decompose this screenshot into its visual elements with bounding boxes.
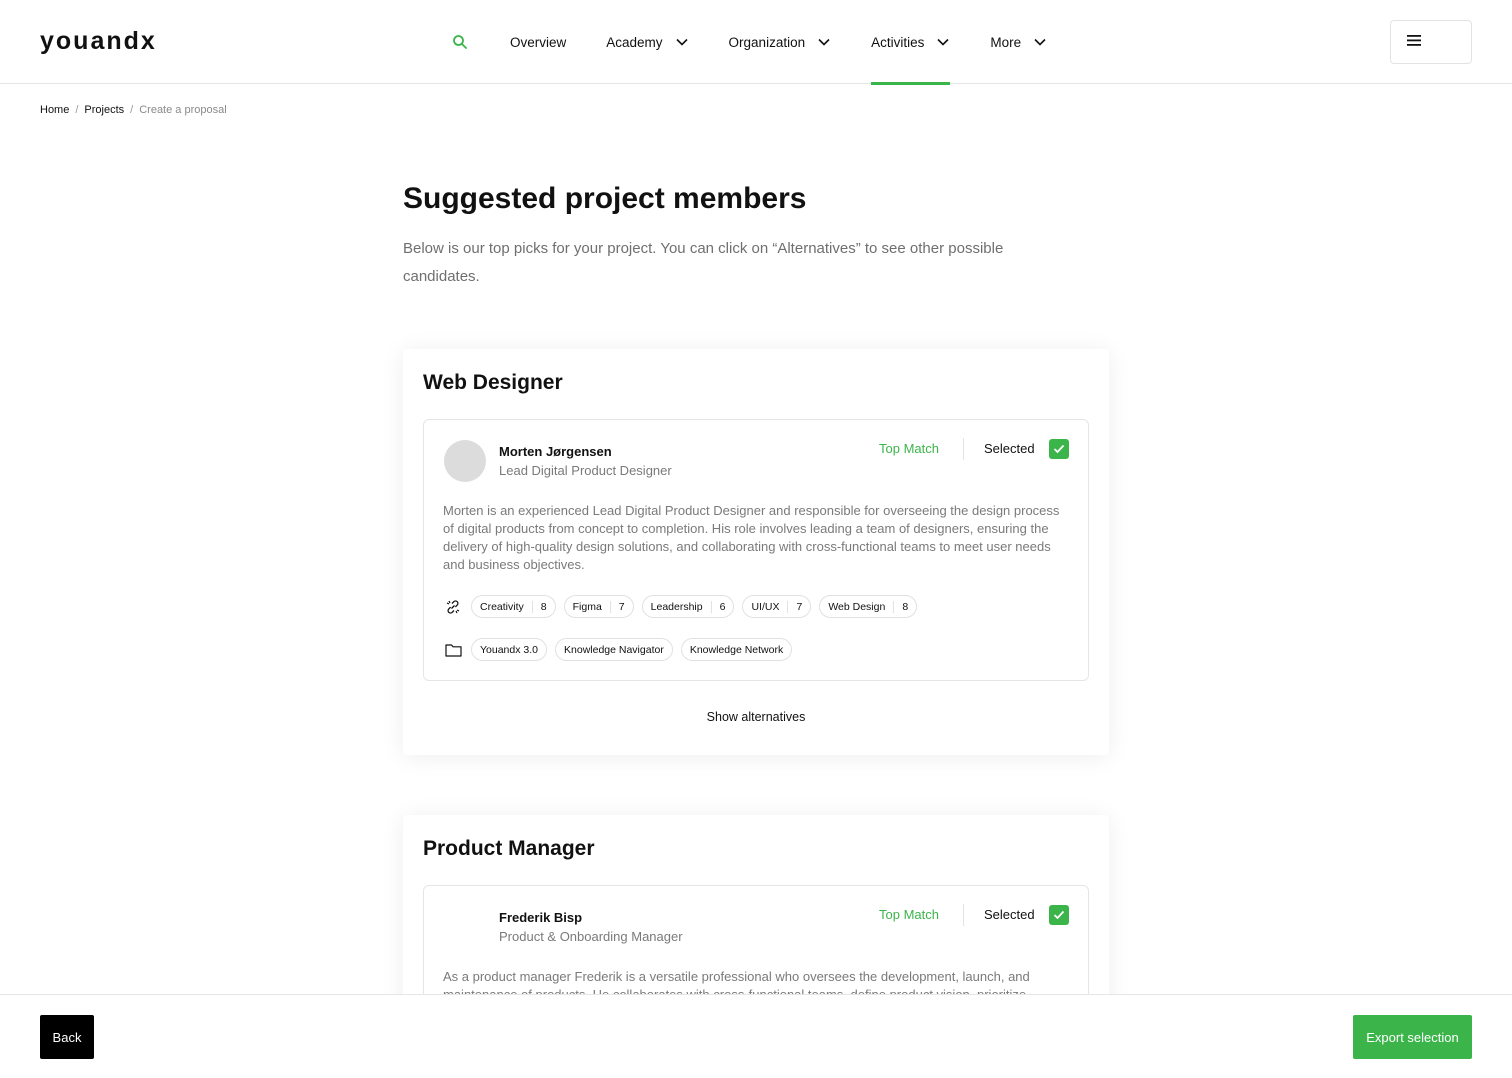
selected-label: Selected [984, 441, 1035, 456]
page-subtitle: Below is our top picks for your project.… [403, 240, 1004, 285]
avatar [444, 440, 486, 482]
divider [963, 438, 964, 460]
candidate-card: Morten Jørgensen Lead Digital Product De… [423, 419, 1089, 681]
page-title: Suggested project members [403, 182, 807, 215]
selected-checkbox[interactable] [1049, 905, 1069, 925]
breadcrumb-projects[interactable]: Projects [84, 104, 124, 116]
nav-item-label: Overview [510, 34, 567, 50]
checkmark-icon [1053, 444, 1065, 454]
search-icon[interactable] [450, 32, 470, 52]
breadcrumb-home[interactable]: Home [40, 104, 69, 116]
selected-label: Selected [984, 907, 1035, 922]
candidate-role: Product & Onboarding Manager [499, 929, 683, 944]
logo[interactable]: youandx [40, 27, 157, 56]
skill-chip: Leadership 6 [641, 595, 735, 618]
breadcrumb: Home / Projects / Create a proposal [40, 104, 227, 116]
skill-score: 8 [531, 600, 547, 613]
nav-item-label: Academy [606, 34, 663, 50]
candidate-name: Frederik Bisp [499, 910, 583, 925]
skill-name: Figma [572, 600, 602, 613]
nav-item-more[interactable]: More [990, 0, 1047, 84]
nav-item-academy[interactable]: Academy [606, 0, 688, 84]
skill-score: 8 [893, 600, 908, 613]
skill-score: 7 [609, 600, 625, 613]
candidate-role: Lead Digital Product Designer [499, 463, 672, 478]
nav-item-label: Activities [871, 34, 925, 50]
skill-name: UI/UX [751, 600, 780, 613]
main-nav: Overview Academy Organization Activities… [450, 0, 1087, 85]
skill-name: Web Design [828, 600, 886, 613]
top-navigation-bar: youandx Overview Academy Organization Ac… [0, 0, 1512, 85]
role-title: Web Designer [423, 371, 563, 394]
nav-item-label: Organization [728, 34, 806, 50]
action-footer: Back Export selection [0, 994, 1512, 1078]
skill-score: 6 [710, 600, 725, 613]
export-selection-button[interactable]: Export selection [1353, 1015, 1472, 1059]
back-button[interactable]: Back [40, 1015, 94, 1059]
role-card-web-designer: Web Designer Morten Jørgensen Lead Digit… [403, 349, 1109, 755]
nav-item-overview[interactable]: Overview [510, 0, 566, 84]
skill-chip: Creativity 8 [471, 595, 556, 618]
projects-row: Youandx 3.0 Knowledge Navigator Knowledg… [443, 638, 800, 661]
skill-name: Leadership [650, 600, 703, 613]
project-chip: Knowledge Navigator [555, 638, 673, 661]
nav-item-activities[interactable]: Activities [871, 0, 951, 85]
skills-link-icon [443, 597, 463, 617]
checkmark-icon [1053, 910, 1065, 920]
breadcrumb-current: Create a proposal [139, 104, 227, 116]
chevron-down-icon [1033, 35, 1047, 49]
skill-score: 7 [787, 600, 802, 613]
chevron-down-icon [936, 35, 950, 49]
project-chip: Knowledge Network [680, 638, 793, 661]
divider [963, 904, 964, 926]
role-title: Product Manager [423, 837, 595, 860]
selected-checkbox[interactable] [1049, 439, 1069, 459]
nav-item-label: More [990, 34, 1022, 50]
role-card-product-manager: Product Manager Frederik Bisp Product & … [403, 815, 1109, 1045]
breadcrumb-separator: / [75, 104, 79, 116]
project-chip: Youandx 3.0 [471, 638, 548, 661]
folder-icon [443, 640, 463, 660]
top-match-badge: Top Match [879, 441, 939, 456]
show-alternatives-button[interactable]: Show alternatives [403, 710, 1109, 724]
candidate-name: Morten Jørgensen [499, 444, 612, 459]
nav-item-organization[interactable]: Organization [729, 0, 832, 84]
skill-name: Creativity [480, 600, 524, 613]
skills-row: Creativity 8 Figma 7 Leadership 6 UI/UX 7 We… [443, 595, 925, 618]
chevron-down-icon [817, 35, 831, 49]
hamburger-menu-icon [1407, 33, 1421, 51]
breadcrumb-separator: / [130, 104, 134, 116]
chevron-down-icon [675, 35, 689, 49]
skill-chip: Web Design 8 [819, 595, 918, 618]
menu-button[interactable] [1390, 20, 1472, 64]
skill-chip: UI/UX 7 [742, 595, 812, 618]
top-match-badge: Top Match [879, 907, 939, 922]
skill-chip: Figma 7 [563, 595, 634, 618]
candidate-description: Morten is an experienced Lead Digital Pr… [443, 503, 1060, 572]
